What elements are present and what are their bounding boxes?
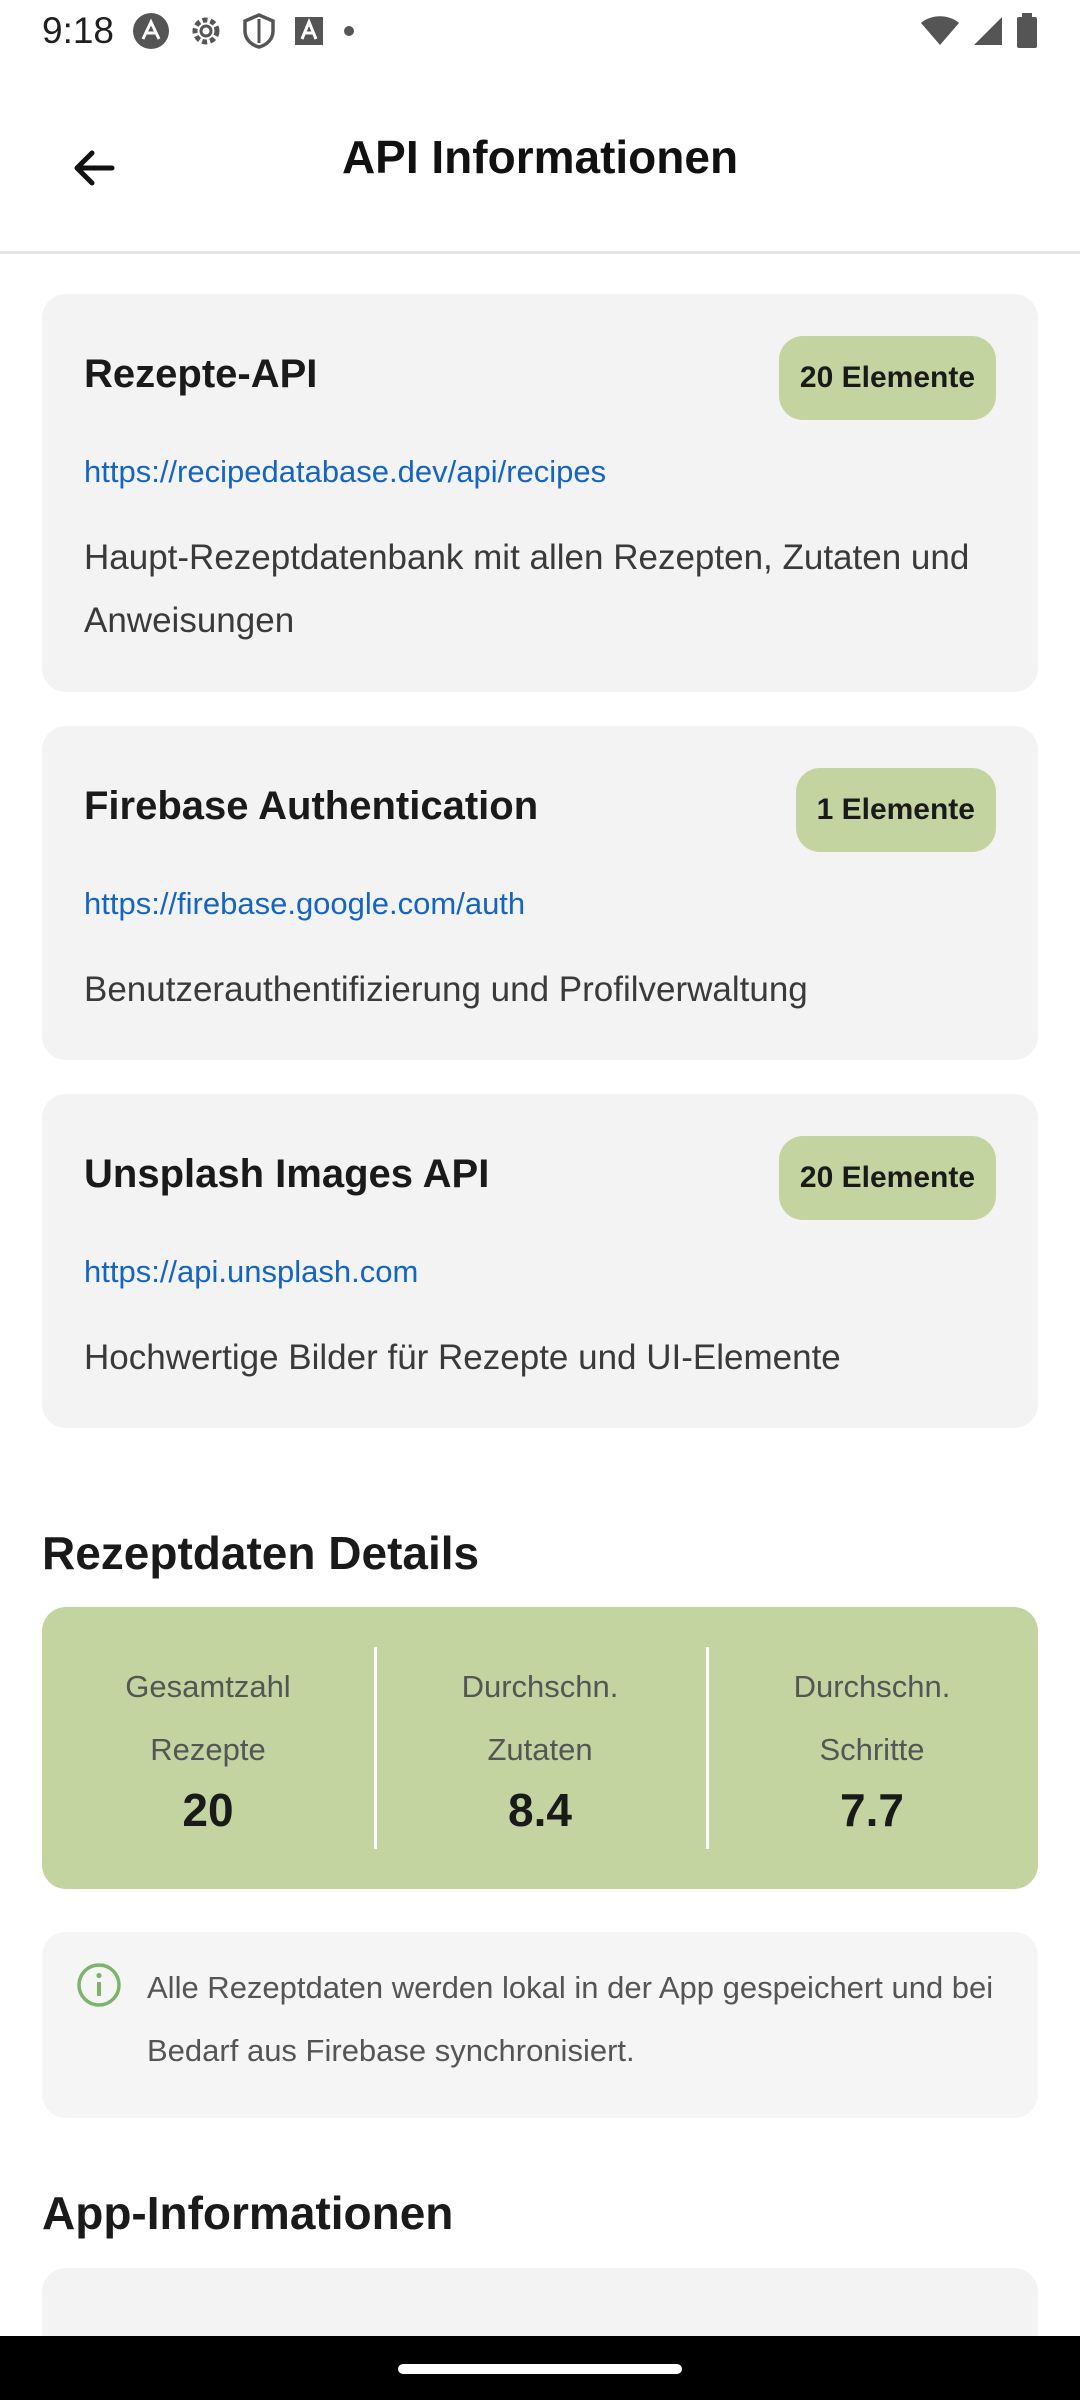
status-bar: 9:18 xyxy=(0,0,1080,62)
stat-total-recipes: Gesamtzahl Rezepte 20 xyxy=(42,1647,374,1849)
system-navigation-bar xyxy=(0,2336,1080,2400)
stat-value: 7.7 xyxy=(840,1784,904,1836)
stat-avg-ingredients: Durchschn. Zutaten 8.4 xyxy=(374,1647,706,1849)
api-card-name: Unsplash Images API xyxy=(84,1152,490,1196)
status-icons-left xyxy=(132,12,356,50)
home-gesture-handle[interactable] xyxy=(398,2364,682,2374)
content: Rezepte-API 20 Elemente https://recipeda… xyxy=(42,294,1038,2348)
dot-icon xyxy=(342,24,356,38)
recipe-stats-panel: Gesamtzahl Rezepte 20 Durchschn. Zutaten… xyxy=(42,1607,1038,1889)
api-url-link[interactable]: https://recipedatabase.dev/api/recipes xyxy=(84,454,606,490)
api-description: Hochwertige Bilder für Rezepte und UI-El… xyxy=(84,1338,841,1377)
app-bar: API Informationen xyxy=(0,62,1080,254)
battery-icon xyxy=(1016,13,1038,49)
signal-icon xyxy=(972,15,1004,47)
settings-icon xyxy=(188,13,224,49)
stat-value: 20 xyxy=(182,1784,234,1836)
font-icon xyxy=(294,16,324,46)
api-element-count-badge: 1 Elemente xyxy=(795,768,996,852)
api-url-link[interactable]: https://api.unsplash.com xyxy=(84,1254,418,1290)
api-description: Haupt-Rezeptdatenbank mit allen Rezepten… xyxy=(84,538,970,640)
stat-value: 8.4 xyxy=(508,1784,572,1836)
status-time: 9:18 xyxy=(42,10,115,51)
app-a-icon xyxy=(132,12,170,50)
shield-icon xyxy=(242,13,276,49)
info-icon xyxy=(76,1962,122,2013)
section-title-app-info: App-Informationen xyxy=(42,2187,454,2239)
api-card-name: Rezepte-API xyxy=(84,352,318,396)
stat-label: Durchschn. Zutaten xyxy=(461,1669,619,1767)
status-icons-right xyxy=(920,13,1038,49)
wifi-icon xyxy=(920,15,960,47)
stat-label: Gesamtzahl Rezepte xyxy=(125,1669,291,1767)
info-note: Alle Rezeptdaten werden lokal in der App… xyxy=(42,1932,1038,2118)
section-title-recipe-details: Rezeptdaten Details xyxy=(42,1527,480,1579)
page-title: API Informationen xyxy=(341,131,739,183)
stat-label: Durchschn. Schritte xyxy=(793,1669,951,1767)
api-card-firebase: Firebase Authentication 1 Elemente https… xyxy=(42,726,1038,1060)
api-element-count-badge: 20 Elemente xyxy=(778,1136,996,1220)
api-description: Benutzerauthentifizierung und Profilverw… xyxy=(84,970,808,1009)
api-card-rezepte: Rezepte-API 20 Elemente https://recipeda… xyxy=(42,294,1038,692)
stat-avg-steps: Durchschn. Schritte 7.7 xyxy=(706,1647,1038,1849)
info-note-text: Alle Rezeptdaten werden lokal in der App… xyxy=(147,1970,994,2068)
api-card-name: Firebase Authentication xyxy=(84,784,539,828)
api-card-unsplash: Unsplash Images API 20 Elemente https://… xyxy=(42,1094,1038,1428)
api-element-count-badge: 20 Elemente xyxy=(778,336,996,420)
api-url-link[interactable]: https://firebase.google.com/auth xyxy=(84,886,525,922)
